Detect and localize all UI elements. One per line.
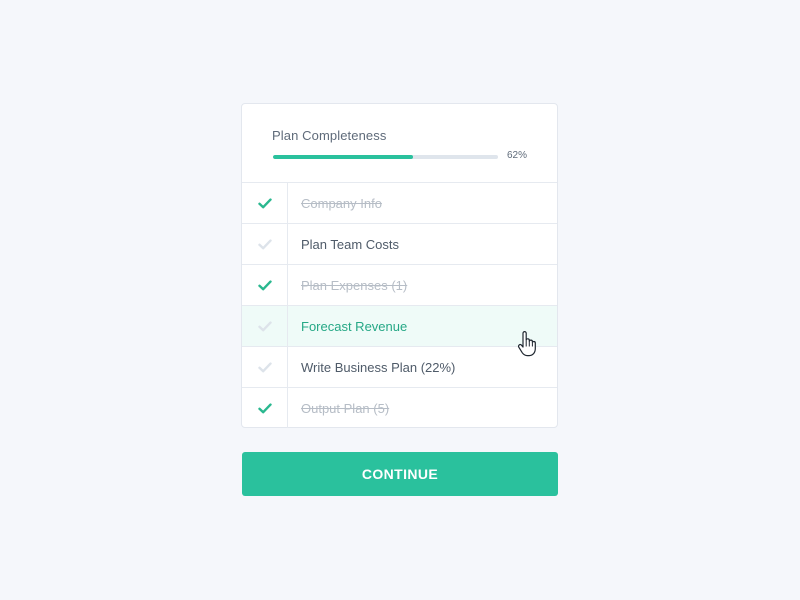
check-icon[interactable] [242, 306, 288, 346]
checklist-item-label: Plan Expenses (1) [301, 277, 408, 293]
checklist: Company Info Plan Team Costs Plan Expens… [242, 183, 557, 428]
check-icon[interactable] [242, 265, 288, 305]
progress-fill [273, 155, 413, 159]
plan-completeness-card: Plan Completeness 62% Company Info Plan … [241, 103, 558, 428]
checklist-item-plan-team-costs[interactable]: Plan Team Costs [242, 224, 557, 265]
card-header: Plan Completeness 62% [242, 104, 557, 183]
checklist-item-output-plan[interactable]: Output Plan (5) [242, 388, 557, 428]
checklist-item-label: Plan Team Costs [301, 236, 400, 252]
progress-bar [273, 155, 498, 159]
check-icon[interactable] [242, 224, 288, 264]
checklist-item-label: Company Info [301, 195, 382, 211]
check-icon[interactable] [242, 347, 288, 387]
checklist-item-plan-expenses[interactable]: Plan Expenses (1) [242, 265, 557, 306]
progress-percent-label: 62% [507, 150, 528, 161]
check-icon[interactable] [242, 183, 288, 223]
hand-cursor-icon [517, 331, 536, 357]
checklist-item-write-business-plan[interactable]: Write Business Plan (22%) [242, 347, 557, 388]
checklist-item-forecast-revenue[interactable]: Forecast Revenue [242, 306, 557, 347]
continue-button[interactable]: CONTINUE [242, 452, 558, 496]
card-title: Plan Completeness [272, 128, 387, 143]
checklist-item-label: Output Plan (5) [301, 400, 390, 416]
check-icon[interactable] [242, 388, 288, 428]
checklist-item-company-info[interactable]: Company Info [242, 183, 557, 224]
